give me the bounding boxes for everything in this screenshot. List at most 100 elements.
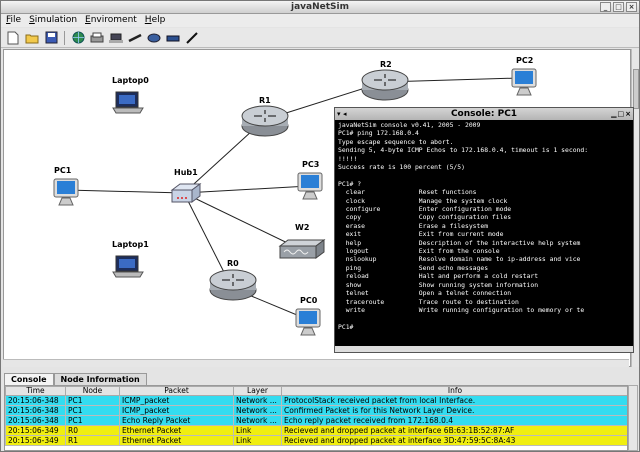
log-cell-node: PC1 (65, 415, 120, 426)
console-line: reload Halt and perform a cold restart (338, 272, 539, 281)
log-column-layer[interactable]: Layer (233, 386, 282, 396)
tab-node-information[interactable]: Node Information (53, 373, 147, 385)
console-title-bar: ▾ ◂ Console: PC1 ▁ □ × (335, 108, 633, 120)
log-row[interactable]: 20:15:06-349 R1 Ethernet Packet Link Recieve… (5, 435, 627, 446)
log-header-row: Time Node Packet Layer Info (5, 386, 627, 396)
console-line: show Show running system information (338, 280, 539, 289)
tab-console[interactable]: Console (4, 373, 54, 385)
window-title: javaNetSim (291, 2, 349, 12)
console-line: clock Manage the system clock (338, 196, 508, 205)
w2-icon[interactable] (276, 238, 326, 262)
printer-icon[interactable] (89, 30, 105, 46)
save-disk-icon[interactable] (43, 30, 59, 46)
console-line: Type escape sequence to abort. (338, 137, 454, 146)
console-close-button[interactable]: × (625, 108, 631, 120)
log-row[interactable]: 20:15:06-348 PC1 ICMP_packet Network ... Pro… (5, 395, 627, 406)
log-column-time[interactable]: Time (5, 386, 66, 396)
log-column-node[interactable]: Node (65, 386, 120, 396)
console-line: telnet Open a telnet connection (338, 289, 512, 298)
pc1-label: PC1 (54, 166, 72, 175)
pc3-icon[interactable] (296, 172, 324, 202)
laptop1-label: Laptop1 (112, 240, 149, 249)
console-line: Sending 5, 4-byte ICMP Echos to 172.168.… (338, 146, 589, 155)
pc3-label: PC3 (302, 160, 320, 169)
console-menu-icon[interactable]: ▾ ◂ (337, 108, 346, 120)
console-line: clear Reset functions (338, 188, 477, 197)
r1-icon[interactable] (240, 104, 290, 138)
log-cell-packet: Ethernet Packet (119, 435, 234, 446)
w2-label: W2 (295, 223, 310, 232)
console-line: ping Send echo messages (338, 263, 489, 272)
router-add-icon[interactable] (146, 30, 162, 46)
console-line: exit Exit from current mode (338, 230, 504, 239)
log-cell-time: 20:15:06-348 (5, 415, 66, 426)
menu-file[interactable]: File (6, 14, 21, 27)
menu-bar: File Simulation Enviroment Help (1, 14, 639, 27)
pen-icon[interactable] (184, 30, 200, 46)
log-cell-time: 20:15:06-349 (5, 435, 66, 446)
laptop0-icon[interactable] (112, 90, 144, 116)
log-cell-packet: ICMP_packet (119, 405, 234, 416)
hub1-icon[interactable] (168, 182, 202, 208)
hub1-label: Hub1 (174, 168, 198, 177)
console-line: PC1# ? (338, 179, 362, 188)
console-line: help Description of the interactive help… (338, 238, 581, 247)
console-window[interactable]: ▾ ◂ Console: PC1 ▁ □ × javaNetSim console … (334, 107, 634, 353)
pc2-icon[interactable] (510, 68, 538, 98)
log-cell-layer: Network ... (233, 415, 282, 426)
title-bar: javaNetSim _ □ × (1, 1, 639, 14)
laptop-add-icon[interactable] (108, 30, 124, 46)
pc0-icon[interactable] (294, 308, 322, 338)
log-cell-node: R0 (65, 425, 120, 436)
log-cell-layer: Link (233, 425, 282, 436)
log-cell-time: 20:15:06-349 (5, 425, 66, 436)
log-cell-packet: Ethernet Packet (119, 425, 234, 436)
log-cell-node: PC1 (65, 405, 120, 416)
bottom-tabs: Console Node Information (4, 373, 147, 385)
pc2-label: PC2 (516, 56, 534, 65)
console-line: nslookup Resolve domain name to ip-addre… (338, 255, 581, 264)
console-line: PC1# (338, 322, 354, 331)
log-cell-node: PC1 (65, 395, 120, 406)
console-line: erase Erase a filesystem (338, 221, 489, 230)
pc0-label: PC0 (300, 296, 318, 305)
log-row[interactable]: 20:15:06-349 R0 Ethernet Packet Link Recieve… (5, 425, 627, 436)
laptop1-icon[interactable] (112, 254, 144, 280)
toolbar-separator (64, 30, 65, 45)
menu-help[interactable]: Help (145, 14, 166, 27)
log-cell-info: Recieved and dropped packet at interface… (281, 435, 627, 446)
log-column-info[interactable]: Info (281, 386, 627, 396)
minimize-button[interactable]: _ (600, 2, 611, 12)
console-line: configure Enter configuration mode (338, 205, 512, 214)
menu-simulation[interactable]: Simulation (29, 14, 77, 27)
log-row[interactable]: 20:15:06-348 PC1 ICMP_packet Network ... Con… (5, 405, 627, 416)
log-scrollbar[interactable] (628, 385, 638, 451)
console-minimize-button[interactable]: ▁ (611, 108, 616, 120)
menu-enviroment[interactable]: Enviroment (85, 14, 137, 27)
log-cell-layer: Link (233, 435, 282, 446)
log-cell-info: Confirmed Packet is for this Network Lay… (281, 405, 627, 416)
console-output[interactable]: javaNetSim console v0.41, 2005 - 2009 PC1… (338, 121, 632, 347)
log-cell-info: Echo reply packet received from 172.168.… (281, 415, 627, 426)
console-line: PC1# ping 172.168.0.4 (338, 129, 419, 138)
maximize-button[interactable]: □ (613, 2, 624, 12)
new-file-icon[interactable] (5, 30, 21, 46)
log-column-packet[interactable]: Packet (119, 386, 234, 396)
globe-icon[interactable] (70, 30, 86, 46)
console-maximize-button[interactable]: □ (618, 108, 625, 120)
console-scrollbar[interactable] (335, 346, 633, 352)
console-line: write Write running configuration to mem… (338, 305, 585, 314)
r0-icon[interactable] (208, 268, 258, 302)
cable-icon[interactable] (127, 30, 143, 46)
switch-add-icon[interactable] (165, 30, 181, 46)
r2-icon[interactable] (360, 68, 410, 102)
close-button[interactable]: × (626, 2, 637, 12)
log-cell-info: Recieved and dropped packet at interface… (281, 425, 627, 436)
log-row[interactable]: 20:15:06-348 PC1 Echo Reply Packet Network … (5, 415, 627, 426)
log-cell-layer: Network ... (233, 405, 282, 416)
pc1-icon[interactable] (52, 178, 80, 208)
canvas-horizontal-scrollbar[interactable] (3, 359, 629, 367)
open-folder-icon[interactable] (24, 30, 40, 46)
log-cell-time: 20:15:06-348 (5, 405, 66, 416)
